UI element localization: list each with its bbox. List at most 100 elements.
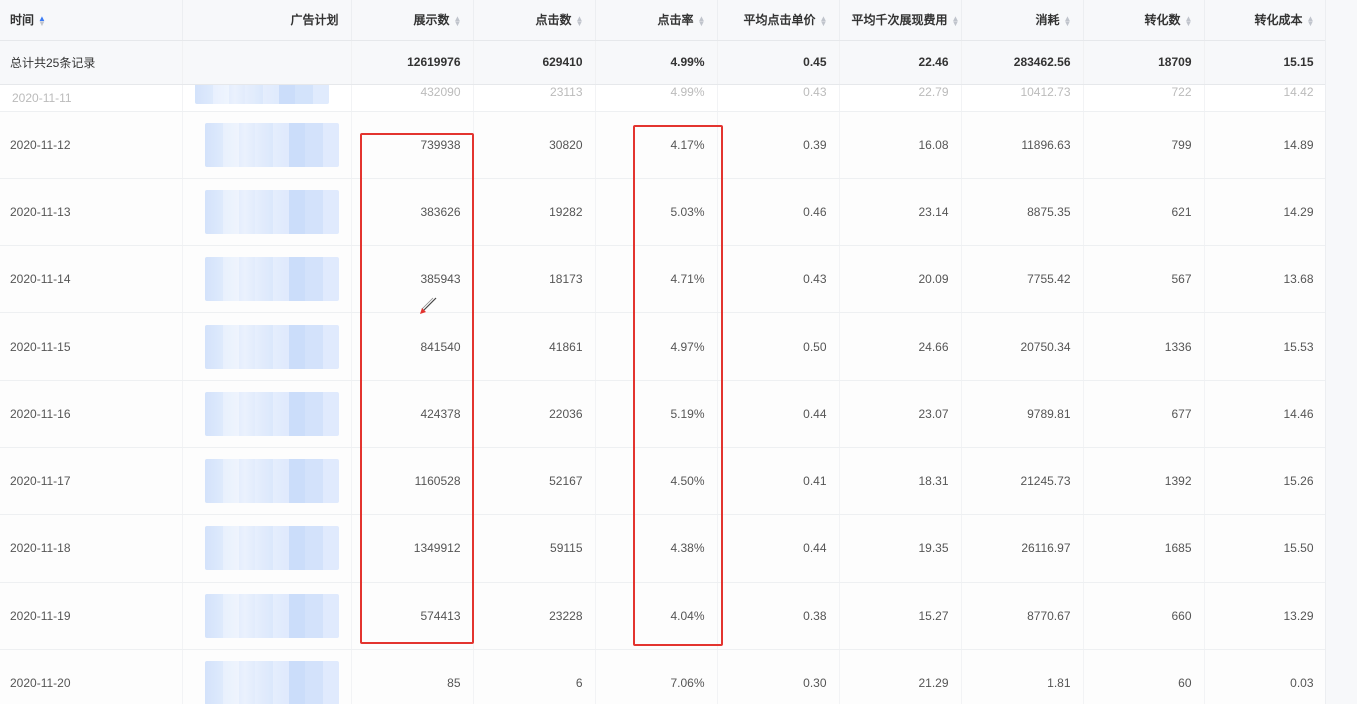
summary-value: 18709 bbox=[1083, 40, 1205, 85]
ad-plan-cell[interactable] bbox=[182, 447, 352, 516]
sort-arrows-icon[interactable]: ▲ ▼ bbox=[820, 15, 828, 28]
sort-arrows-icon[interactable]: ▲ ▼ bbox=[1064, 15, 1072, 28]
metric-cell: 0.41 bbox=[717, 447, 840, 516]
ad-plan-cell[interactable] bbox=[182, 245, 352, 314]
table-row[interactable]: 2020-11-15 841540 41861 4.97% 0.50 24.66 20750… bbox=[0, 312, 1327, 381]
redacted-ad-plan-name bbox=[194, 84, 329, 105]
metric-cell: 621 bbox=[1083, 178, 1205, 247]
metric-cell: 24.66 bbox=[839, 312, 962, 381]
summary-row: 总计共25条记录 12619976 629410 4.99% 0.45 22.46 2834… bbox=[0, 40, 1327, 85]
metric-cell: 1160528 bbox=[351, 447, 474, 516]
metric-cell: 11896.63 bbox=[961, 111, 1084, 179]
pen-cursor-icon bbox=[420, 297, 437, 314]
metric-cell: 41861 bbox=[473, 312, 596, 381]
redacted-ad-plan-name bbox=[204, 324, 339, 369]
table-row[interactable]: 2020-11-14 385943 18173 4.71% 0.43 20.09 7755.… bbox=[0, 245, 1327, 314]
ad-plan-cell[interactable] bbox=[182, 649, 352, 704]
ad-plan-cell[interactable] bbox=[182, 111, 352, 179]
column-header-9[interactable]: 转化成本 ▲ ▼ bbox=[1204, 0, 1327, 41]
metric-cell: 21.29 bbox=[839, 649, 962, 704]
column-header-3[interactable]: 点击数 ▲ ▼ bbox=[473, 0, 596, 41]
sort-arrows-icon[interactable]: ▲ ▼ bbox=[1185, 15, 1193, 28]
ad-plan-cell[interactable] bbox=[182, 514, 352, 583]
metric-cell: 722 bbox=[1083, 84, 1205, 112]
metric-cell: 1336 bbox=[1083, 312, 1205, 381]
metric-cell: 85 bbox=[351, 649, 474, 704]
metric-cell: 18.31 bbox=[839, 447, 962, 516]
metric-cell: 14.42 bbox=[1204, 84, 1327, 112]
table-row[interactable]: 2020-11-20 85 6 7.06% 0.30 21.29 1.81 60 0.03 bbox=[0, 649, 1327, 704]
sort-arrows-icon[interactable]: ▲ ▼ bbox=[576, 15, 584, 28]
summary-value: 12619976 bbox=[351, 40, 474, 85]
metric-cell: 0.43 bbox=[717, 84, 840, 112]
column-header-label: 平均千次展现费用 bbox=[851, 13, 948, 28]
column-header-8[interactable]: 转化数 ▲ ▼ bbox=[1083, 0, 1205, 41]
metric-cell: 0.03 bbox=[1204, 649, 1327, 704]
metric-cell: 7.06% bbox=[595, 649, 718, 704]
redacted-ad-plan-name bbox=[204, 593, 339, 638]
table-row-partial: 2020-11-11 432090 23113 4.99% 0.43 22.79 10412… bbox=[0, 84, 1327, 112]
table-row[interactable]: 2020-11-19 574413 23228 4.04% 0.38 15.27 8770.… bbox=[0, 582, 1327, 650]
redacted-ad-plan-name bbox=[204, 122, 339, 167]
ad-plan-cell[interactable] bbox=[182, 312, 352, 381]
table-row[interactable]: 2020-11-18 1349912 59115 4.38% 0.44 19.35 2611… bbox=[0, 514, 1327, 583]
date-cell: 2020-11-15 bbox=[0, 312, 183, 381]
metric-cell: 26116.97 bbox=[961, 514, 1084, 583]
metric-cell: 30820 bbox=[473, 111, 596, 179]
redacted-ad-plan-name bbox=[204, 257, 339, 302]
metric-cell: 660 bbox=[1083, 582, 1205, 650]
metric-cell: 19.35 bbox=[839, 514, 962, 583]
table-row[interactable]: 2020-11-13 383626 19282 5.03% 0.46 23.14 8875.… bbox=[0, 178, 1327, 247]
summary-value: 22.46 bbox=[839, 40, 962, 85]
metric-cell: 15.53 bbox=[1204, 312, 1327, 381]
sort-arrows-icon[interactable]: ▲ ▼ bbox=[1307, 15, 1315, 28]
metric-cell: 1349912 bbox=[351, 514, 474, 583]
metric-cell: 21245.73 bbox=[961, 447, 1084, 516]
metric-cell: 15.27 bbox=[839, 582, 962, 650]
metric-cell: 4.50% bbox=[595, 447, 718, 516]
table-row[interactable]: 2020-11-16 424378 22036 5.19% 0.44 23.07 9789.… bbox=[0, 380, 1327, 448]
metric-cell: 4.97% bbox=[595, 312, 718, 381]
column-header-label: 点击数 bbox=[535, 13, 572, 28]
date-cell: 2020-11-14 bbox=[0, 245, 183, 314]
metric-cell: 8770.67 bbox=[961, 582, 1084, 650]
metric-cell: 4.99% bbox=[595, 84, 718, 112]
metric-cell: 5.19% bbox=[595, 380, 718, 448]
metric-cell: 9789.81 bbox=[961, 380, 1084, 448]
ad-plan-cell[interactable] bbox=[182, 178, 352, 247]
column-header-label: 点击率 bbox=[657, 13, 694, 28]
metric-cell: 677 bbox=[1083, 380, 1205, 448]
date-cell: 2020-11-13 bbox=[0, 178, 183, 247]
table-row[interactable]: 2020-11-17 1160528 52167 4.50% 0.41 18.31 2124… bbox=[0, 447, 1327, 516]
metric-cell: 0.50 bbox=[717, 312, 840, 381]
column-header-5[interactable]: 平均点击单价 ▲ ▼ bbox=[717, 0, 840, 41]
date-cell: 2020-11-11 bbox=[0, 84, 183, 112]
redacted-ad-plan-name bbox=[204, 459, 339, 504]
ad-plan-cell[interactable] bbox=[182, 380, 352, 448]
ad-plan-cell[interactable] bbox=[182, 582, 352, 650]
column-header-label: 转化成本 bbox=[1254, 13, 1303, 28]
metric-cell: 4.71% bbox=[595, 245, 718, 314]
metric-cell: 799 bbox=[1083, 111, 1205, 179]
sort-arrows-icon[interactable]: ▲ ▼ bbox=[454, 15, 462, 28]
column-header-2[interactable]: 展示数 ▲ ▼ bbox=[351, 0, 474, 41]
metric-cell: 385943 bbox=[351, 245, 474, 314]
sort-arrows-icon[interactable]: ▲ ▼ bbox=[698, 15, 706, 28]
column-header-0[interactable]: 时间 ▲ ▼ bbox=[0, 0, 183, 41]
column-header-6[interactable]: 平均千次展现费用 ▲ ▼ bbox=[839, 0, 962, 41]
metric-cell: 0.39 bbox=[717, 111, 840, 179]
metric-cell: 20750.34 bbox=[961, 312, 1084, 381]
column-header-label: 广告计划 bbox=[290, 13, 339, 28]
table-scroll-area[interactable] bbox=[1325, 0, 1357, 704]
column-header-label: 平均点击单价 bbox=[743, 13, 816, 28]
sort-arrows-icon[interactable]: ▲ ▼ bbox=[38, 15, 46, 28]
metric-cell: 23.14 bbox=[839, 178, 962, 247]
metric-cell: 432090 bbox=[351, 84, 474, 112]
column-header-7[interactable]: 消耗 ▲ ▼ bbox=[961, 0, 1084, 41]
metric-cell: 1685 bbox=[1083, 514, 1205, 583]
table-row[interactable]: 2020-11-12 739938 30820 4.17% 0.39 16.08 11896… bbox=[0, 111, 1327, 179]
summary-empty-cell bbox=[182, 40, 352, 85]
sort-arrows-icon[interactable]: ▲ ▼ bbox=[952, 15, 960, 28]
date-cell: 2020-11-20 bbox=[0, 649, 183, 704]
column-header-4[interactable]: 点击率 ▲ ▼ bbox=[595, 0, 718, 41]
